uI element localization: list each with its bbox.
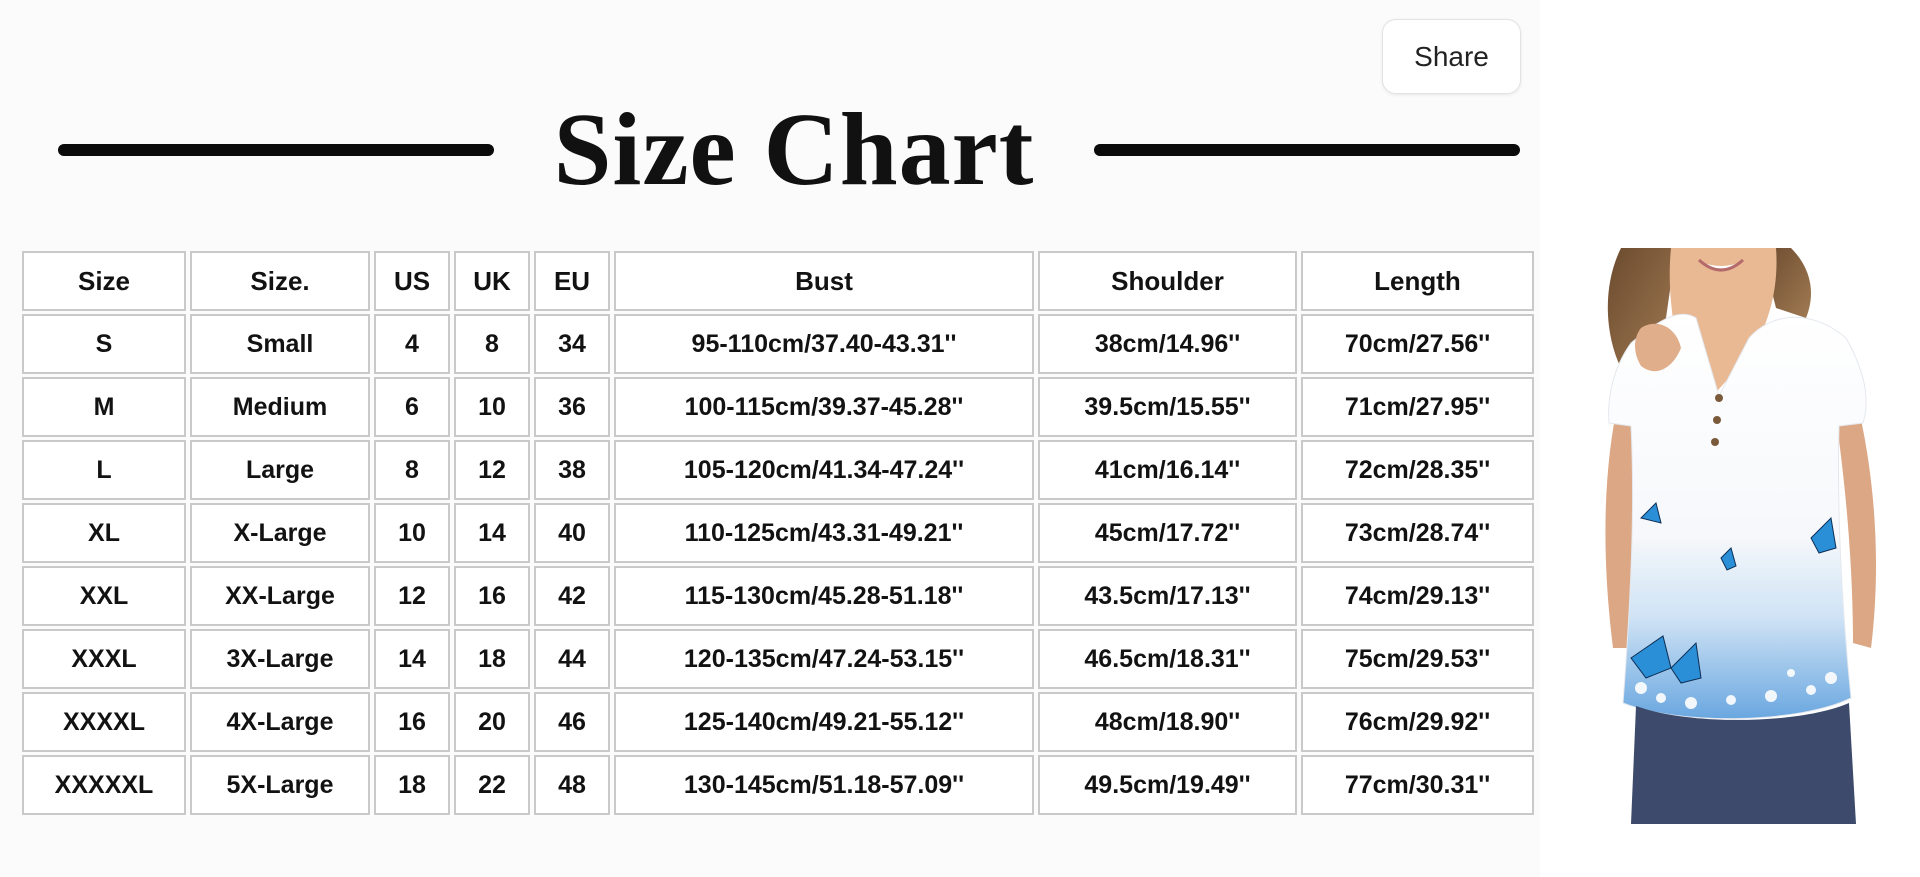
cell-length: 76cm/29.92'' (1301, 692, 1534, 752)
cell-size: M (22, 377, 186, 437)
table-row: XL X-Large 10 14 40 110-125cm/43.31-49.21'' 45… (22, 503, 1534, 563)
cell-size-name: Large (190, 440, 370, 500)
cell-size: XL (22, 503, 186, 563)
cell-uk: 12 (454, 440, 530, 500)
cell-shoulder: 46.5cm/18.31'' (1038, 629, 1297, 689)
size-chart-image: Size Chart Size Size. US UK EU Bust Shou… (0, 0, 1540, 877)
cell-eu: 36 (534, 377, 610, 437)
cell-us: 16 (374, 692, 450, 752)
cell-eu: 40 (534, 503, 610, 563)
cell-uk: 20 (454, 692, 530, 752)
cell-eu: 38 (534, 440, 610, 500)
cell-size-name: 3X-Large (190, 629, 370, 689)
cell-size-name: 4X-Large (190, 692, 370, 752)
cell-shoulder: 49.5cm/19.49'' (1038, 755, 1297, 815)
cell-us: 6 (374, 377, 450, 437)
cell-size-name: 5X-Large (190, 755, 370, 815)
cell-uk: 16 (454, 566, 530, 626)
cell-shoulder: 45cm/17.72'' (1038, 503, 1297, 563)
cell-shoulder: 38cm/14.96'' (1038, 314, 1297, 374)
share-button[interactable]: Share (1382, 19, 1521, 94)
table-body: S Small 4 8 34 95-110cm/37.40-43.31'' 38cm/14.… (22, 314, 1534, 815)
cell-size-name: Small (190, 314, 370, 374)
cell-shoulder: 39.5cm/15.55'' (1038, 377, 1297, 437)
table-header-row: Size Size. US UK EU Bust Shoulder Length (22, 251, 1534, 311)
cell-eu: 48 (534, 755, 610, 815)
cell-shoulder: 43.5cm/17.13'' (1038, 566, 1297, 626)
table-row: XXXXXL 5X-Large 18 22 48 130-145cm/51.18-57.0… (22, 755, 1534, 815)
woman-in-butterfly-tunic-image (1605, 248, 1876, 824)
header-us: US (374, 251, 450, 311)
cell-uk: 14 (454, 503, 530, 563)
cell-us: 8 (374, 440, 450, 500)
cell-us: 14 (374, 629, 450, 689)
size-table: Size Size. US UK EU Bust Shoulder Length… (18, 248, 1538, 818)
cell-size: S (22, 314, 186, 374)
header-eu: EU (534, 251, 610, 311)
cell-us: 10 (374, 503, 450, 563)
size-chart-title: Size Chart (553, 92, 1035, 207)
cell-bust: 130-145cm/51.18-57.09'' (614, 755, 1034, 815)
header-size: Size (22, 251, 186, 311)
table-row: L Large 8 12 38 105-120cm/41.34-47.24'' 41cm/1… (22, 440, 1534, 500)
table-row: XXL XX-Large 12 16 42 115-130cm/45.28-51.18''… (22, 566, 1534, 626)
cell-size: XXL (22, 566, 186, 626)
cell-eu: 42 (534, 566, 610, 626)
header-size-name: Size. (190, 251, 370, 311)
cell-us: 12 (374, 566, 450, 626)
cell-length: 75cm/29.53'' (1301, 629, 1534, 689)
title-rule-right (1093, 144, 1520, 156)
page: Size Chart Size Size. US UK EU Bust Shou… (0, 0, 1920, 877)
table-row: XXXXL 4X-Large 16 20 46 125-140cm/49.21-55.12… (22, 692, 1534, 752)
cell-length: 74cm/29.13'' (1301, 566, 1534, 626)
cell-bust: 125-140cm/49.21-55.12'' (614, 692, 1034, 752)
cell-bust: 115-130cm/45.28-51.18'' (614, 566, 1034, 626)
header-uk: UK (454, 251, 530, 311)
cell-bust: 110-125cm/43.31-49.21'' (614, 503, 1034, 563)
cell-bust: 105-120cm/41.34-47.24'' (614, 440, 1034, 500)
cell-us: 4 (374, 314, 450, 374)
cell-us: 18 (374, 755, 450, 815)
cell-size-name: X-Large (190, 503, 370, 563)
cell-length: 71cm/27.95'' (1301, 377, 1534, 437)
cell-eu: 34 (534, 314, 610, 374)
table-row: M Medium 6 10 36 100-115cm/39.37-45.28'' 39.5c… (22, 377, 1534, 437)
cell-eu: 46 (534, 692, 610, 752)
cell-size: XXXXXL (22, 755, 186, 815)
cell-size: XXXL (22, 629, 186, 689)
cell-uk: 10 (454, 377, 530, 437)
title-row: Size Chart (58, 95, 1520, 205)
cell-size: XXXXL (22, 692, 186, 752)
cell-size-name: XX-Large (190, 566, 370, 626)
title-rule-left (58, 144, 494, 156)
cell-length: 70cm/27.56'' (1301, 314, 1534, 374)
cell-size-name: Medium (190, 377, 370, 437)
header-shoulder: Shoulder (1038, 251, 1297, 311)
cell-size: L (22, 440, 186, 500)
cell-eu: 44 (534, 629, 610, 689)
header-bust: Bust (614, 251, 1034, 311)
cell-shoulder: 41cm/16.14'' (1038, 440, 1297, 500)
cell-length: 73cm/28.74'' (1301, 503, 1534, 563)
cell-uk: 18 (454, 629, 530, 689)
cell-uk: 22 (454, 755, 530, 815)
cell-length: 72cm/28.35'' (1301, 440, 1534, 500)
cell-bust: 95-110cm/37.40-43.31'' (614, 314, 1034, 374)
table-row: XXXL 3X-Large 14 18 44 120-135cm/47.24-53.15'… (22, 629, 1534, 689)
cell-uk: 8 (454, 314, 530, 374)
header-length: Length (1301, 251, 1534, 311)
product-photo (1601, 248, 1887, 824)
cell-bust: 120-135cm/47.24-53.15'' (614, 629, 1034, 689)
cell-length: 77cm/30.31'' (1301, 755, 1534, 815)
cell-shoulder: 48cm/18.90'' (1038, 692, 1297, 752)
cell-bust: 100-115cm/39.37-45.28'' (614, 377, 1034, 437)
table-row: S Small 4 8 34 95-110cm/37.40-43.31'' 38cm/14.… (22, 314, 1534, 374)
